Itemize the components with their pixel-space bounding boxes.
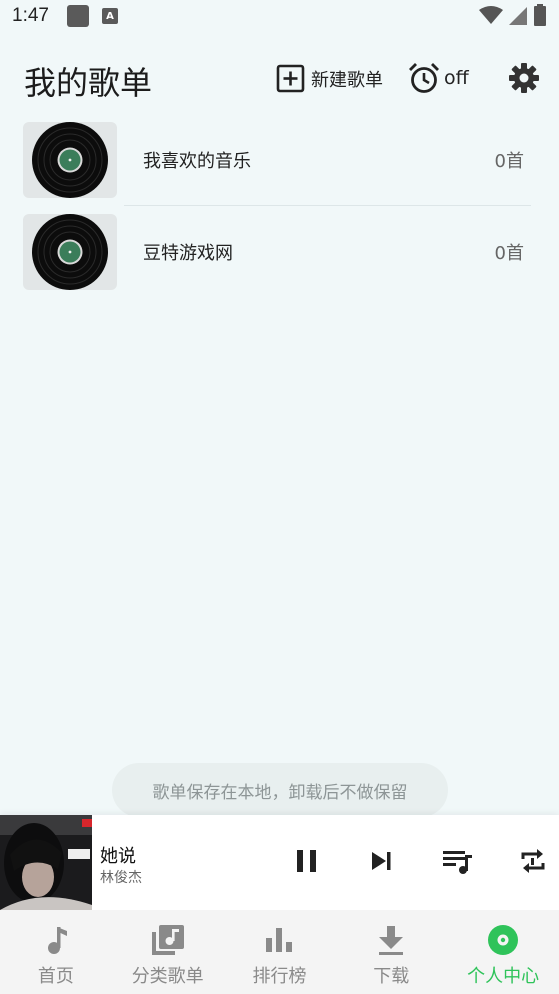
- nav-label: 个人中心: [467, 966, 540, 987]
- notification-icon: [66, 5, 89, 27]
- music-note-icon: [47, 927, 67, 954]
- page-title: 我的歌单: [24, 64, 153, 102]
- nav-home[interactable]: 首页: [0, 910, 112, 994]
- nav-label: 下载: [373, 966, 410, 987]
- repeat-button[interactable]: [518, 847, 548, 879]
- download-icon: [379, 926, 404, 955]
- nav-label: 分类歌单: [131, 966, 204, 987]
- playlist-item[interactable]: 我喜欢的音乐 0首: [0, 120, 559, 212]
- disc-icon: [488, 925, 519, 955]
- nav-downloads[interactable]: 下载: [335, 910, 447, 994]
- status-time: 1:47: [12, 5, 49, 26]
- playlist-count: 0首: [494, 243, 524, 264]
- nav-categories[interactable]: 分类歌单: [112, 910, 224, 994]
- playlist-count: 0首: [494, 151, 524, 172]
- playlist-cover: [23, 122, 117, 198]
- header: 我的歌单 新建歌单 off: [0, 56, 559, 104]
- nav-profile[interactable]: 个人中心: [447, 910, 559, 994]
- sleep-timer-button[interactable]: off: [408, 62, 469, 94]
- vinyl-record-icon: [32, 122, 108, 198]
- app-notification-icon: A: [101, 8, 118, 24]
- alarm-clock-icon: [409, 63, 439, 93]
- nav-charts[interactable]: 排行榜: [224, 910, 336, 994]
- playlist-name: 豆特游戏网: [143, 243, 233, 264]
- playlist-name: 我喜欢的音乐: [143, 151, 251, 172]
- status-bar: 1:47 A: [0, 0, 559, 32]
- sleep-timer-status: off: [444, 67, 469, 89]
- playlist-list: 我喜欢的音乐 0首 豆特游戏网 0首: [0, 120, 559, 304]
- new-playlist-label: 新建歌单: [311, 69, 383, 91]
- gear-icon: [509, 63, 539, 93]
- repeat-icon: [521, 849, 545, 873]
- nav-label: 首页: [37, 966, 74, 987]
- pause-icon: [297, 850, 316, 872]
- library-music-icon: [151, 925, 184, 955]
- nav-label: 排行榜: [252, 966, 307, 987]
- bar-chart-icon: [266, 928, 293, 952]
- battery-icon: [534, 4, 546, 26]
- wifi-icon: [479, 6, 503, 24]
- divider: [124, 205, 531, 206]
- album-art[interactable]: [0, 815, 92, 910]
- playlist-cover: [23, 214, 117, 290]
- mini-player[interactable]: 她说 林俊杰: [0, 815, 559, 910]
- queue-button[interactable]: [442, 847, 474, 879]
- pause-button[interactable]: [295, 847, 319, 879]
- status-icons: [479, 4, 547, 26]
- toast-message: 歌单保存在本地，卸载后不做保留: [112, 763, 448, 817]
- signal-icon: [509, 7, 527, 25]
- bottom-nav: 首页 分类歌单 排行榜 下载 个人中心: [0, 910, 559, 994]
- add-box-icon: [276, 64, 305, 93]
- playlist-item[interactable]: 豆特游戏网 0首: [0, 212, 559, 304]
- vinyl-record-icon: [32, 214, 108, 290]
- song-artist: 林俊杰: [100, 870, 142, 886]
- new-playlist-button[interactable]: 新建歌单: [276, 64, 383, 93]
- settings-button[interactable]: [508, 62, 540, 98]
- album-cover-image: [0, 815, 92, 910]
- queue-music-icon: [443, 851, 472, 874]
- skip-next-icon: [372, 852, 391, 870]
- next-track-button[interactable]: [370, 847, 394, 879]
- song-title: 她说: [100, 846, 136, 867]
